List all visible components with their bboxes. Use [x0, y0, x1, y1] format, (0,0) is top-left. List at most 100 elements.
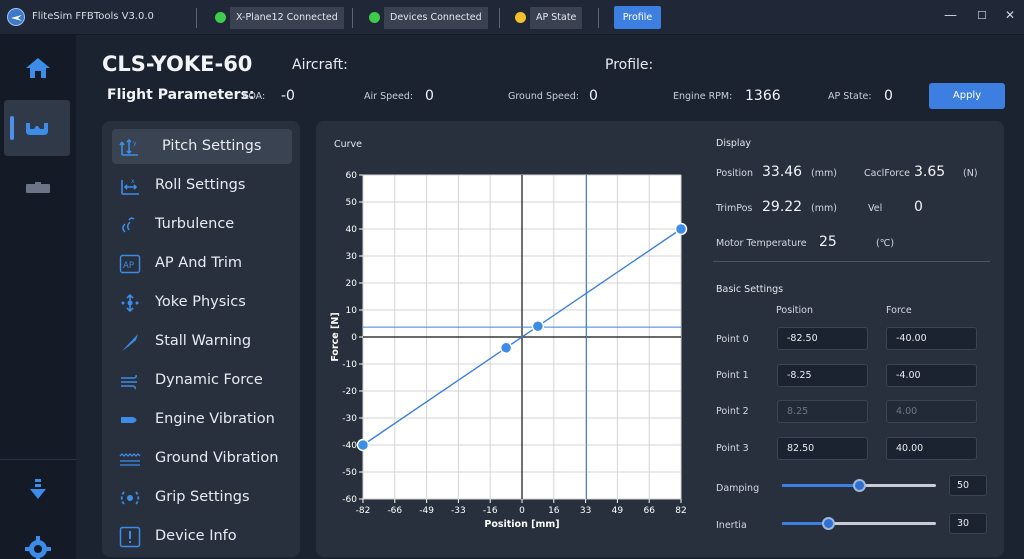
svg-text:x: x: [131, 178, 135, 185]
engine-vibration-icon: [121, 417, 137, 423]
download-nav-button[interactable]: [0, 462, 76, 518]
ap-state-label: AP State:: [828, 91, 872, 102]
trimpos-unit: (mm): [811, 203, 837, 214]
point-1-label: Point 1: [716, 370, 749, 381]
profile-button[interactable]: Profile: [614, 6, 661, 29]
air-speed-value: 0: [425, 88, 434, 104]
throttle-icon: [26, 182, 50, 193]
y-tick-label: 60: [346, 171, 358, 181]
point-3-position-input[interactable]: 82.50: [777, 437, 868, 460]
menu-item-stall-warning[interactable]: Stall Warning: [112, 324, 292, 359]
point-1-force-input[interactable]: -4.00: [886, 364, 977, 387]
ap-icon: AP: [119, 254, 141, 274]
y-tick-label: 50: [346, 198, 358, 208]
section-divider: [713, 261, 990, 262]
force-column-header: Force: [886, 305, 912, 316]
inertia-value[interactable]: 30: [949, 513, 987, 534]
inertia-slider[interactable]: [782, 516, 936, 530]
profile-label: Profile:: [605, 57, 654, 73]
slider-thumb[interactable]: [822, 517, 836, 530]
motor-temp-label: Motor Temperature: [716, 238, 807, 249]
y-tick-label: -30: [342, 414, 357, 424]
point-2-force-input[interactable]: 4.00: [886, 400, 977, 423]
roll-axis-icon: x: [121, 178, 139, 195]
home-nav-button[interactable]: [0, 40, 76, 96]
y-tick-label: 0: [351, 333, 357, 343]
y-tick-label: -40: [342, 441, 357, 451]
menu-item-label: Engine Vibration: [155, 411, 275, 427]
apply-button[interactable]: Apply: [929, 83, 1005, 109]
curve-point-marker[interactable]: [356, 438, 370, 452]
menu-item-device-info[interactable]: Device Info: [112, 519, 292, 554]
close-icon[interactable]: ✕: [1005, 8, 1015, 22]
menu-item-label: Roll Settings: [155, 177, 246, 193]
menu-item-roll-settings[interactable]: x Roll Settings: [112, 168, 292, 203]
separator: [352, 8, 353, 28]
damping-slider[interactable]: [782, 478, 936, 492]
slider-thumb[interactable]: [853, 479, 866, 492]
point-3-label: Point 3: [716, 443, 749, 454]
x-tick-label: -33: [451, 506, 466, 516]
curve-point-marker[interactable]: [531, 319, 545, 333]
x-tick-label: 33: [580, 506, 591, 516]
ap-state-value: 0: [884, 88, 893, 104]
y-tick-label: 30: [346, 252, 358, 262]
pitch-axis-icon: y: [119, 138, 138, 156]
menu-item-dynamic-force[interactable]: Dynamic Force: [112, 363, 292, 398]
menu-item-label: Device Info: [155, 528, 237, 544]
inertia-label: Inertia: [716, 520, 747, 531]
active-indicator: [10, 116, 14, 140]
throttle-nav-button[interactable]: [0, 160, 76, 216]
y-tick-label: 20: [346, 279, 358, 289]
menu-item-pitch-settings[interactable]: y Pitch Settings: [112, 129, 292, 164]
x-tick-label: -66: [387, 506, 402, 516]
engine-rpm-label: Engine RPM:: [673, 91, 733, 102]
y-axis-label: Force [N]: [330, 312, 341, 361]
trimpos-label: TrimPos: [716, 203, 753, 214]
x-tick-label: 66: [643, 506, 655, 516]
menu-item-grip-settings[interactable]: Grip Settings: [112, 480, 292, 515]
menu-item-engine-vibration[interactable]: Engine Vibration: [112, 402, 292, 437]
app-logo-icon: [7, 8, 25, 26]
device-info-icon: [119, 526, 141, 548]
damping-value[interactable]: 50: [949, 475, 987, 496]
point-0-position-input[interactable]: -82.50: [777, 327, 868, 350]
minimize-icon[interactable]: —: [944, 8, 957, 23]
menu-item-turbulence[interactable]: Turbulence: [112, 207, 292, 242]
vel-label: Vel: [868, 203, 883, 214]
curve-point-marker[interactable]: [674, 222, 688, 236]
menu-item-label: AP And Trim: [155, 255, 243, 271]
menu-item-ground-vibration[interactable]: Ground Vibration: [112, 441, 292, 476]
aoa-label: AOA:: [242, 91, 266, 102]
download-icon: [30, 479, 46, 499]
settings-gear-icon: [25, 536, 51, 559]
calc-force-value: 3.65: [914, 164, 946, 180]
yoke-physics-icon: [121, 293, 139, 313]
menu-item-label: Stall Warning: [155, 333, 252, 349]
xplane-status-label: X-Plane12 Connected: [230, 7, 344, 29]
point-3-force-input[interactable]: 40.00: [886, 437, 977, 460]
position-label: Position: [716, 168, 753, 179]
point-0-force-input[interactable]: -40.00: [886, 327, 977, 350]
menu-item-yoke-physics[interactable]: Yoke Physics: [112, 285, 292, 320]
x-tick-label: -49: [419, 506, 434, 516]
stall-warning-icon: [122, 334, 138, 351]
engine-rpm-value: 1366: [745, 88, 781, 104]
app-title: FliteSim FFBTools V3.0.0: [32, 11, 154, 22]
y-tick-label: -60: [342, 495, 357, 505]
settings-nav-button[interactable]: [0, 521, 76, 559]
curve-point-marker[interactable]: [499, 341, 513, 355]
yoke-nav-button[interactable]: [4, 100, 70, 156]
point-1-position-input[interactable]: -8.25: [777, 364, 868, 387]
maximize-icon[interactable]: ☐: [977, 9, 987, 22]
x-axis-label: Position [mm]: [484, 519, 559, 530]
rail-divider: [0, 459, 76, 460]
svg-text:AP: AP: [123, 261, 134, 271]
menu-item-ap-and-trim[interactable]: AP AP And Trim: [112, 246, 292, 281]
force-curve-chart[interactable]: -82 -66 -49 -33 -16 0 16 33 49 66 82 60 50 40 30 20 10 0 -…: [316, 155, 701, 535]
trimpos-value: 29.22: [762, 199, 803, 215]
status-dot-icon: [369, 12, 380, 23]
point-2-position-input[interactable]: 8.25: [777, 400, 868, 423]
point-2-label: Point 2: [716, 406, 749, 417]
y-tick-label: 40: [346, 225, 358, 235]
